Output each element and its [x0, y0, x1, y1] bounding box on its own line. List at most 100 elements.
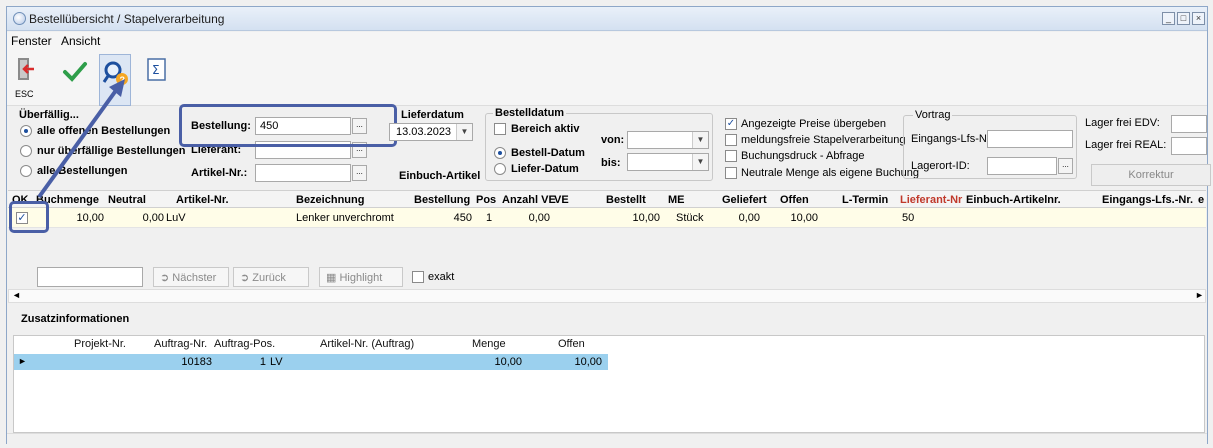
- col-l-termin[interactable]: L-Termin: [842, 194, 888, 206]
- lager-edv-field: [1171, 115, 1207, 133]
- col-eingangs-lfs[interactable]: Eingangs-Lfs.-Nr.: [1102, 194, 1193, 206]
- col-geliefert[interactable]: Geliefert: [722, 194, 767, 206]
- row-pointer-icon: ►: [18, 356, 27, 366]
- zcell-menge: 10,00: [494, 356, 522, 368]
- artikel-input[interactable]: [255, 164, 351, 182]
- lieferdatum-value: 13.03.2023: [396, 126, 452, 138]
- next-button[interactable]: ➲ Nächster: [153, 267, 229, 287]
- svg-text:Σ: Σ: [152, 63, 160, 77]
- menu-fenster[interactable]: Fenster: [11, 34, 52, 48]
- col-artikel[interactable]: Artikel-Nr.: [176, 194, 229, 206]
- minimize-button[interactable]: _: [1162, 12, 1175, 25]
- lager-edv-label: Lager frei EDV:: [1085, 117, 1160, 129]
- col-offen[interactable]: Offen: [780, 194, 809, 206]
- highlight-label: Highlight: [339, 272, 383, 284]
- app-icon: [13, 12, 26, 25]
- neutral-checkbox[interactable]: [725, 167, 737, 179]
- back-icon: ➲: [240, 272, 253, 284]
- col-e[interactable]: e: [1198, 194, 1204, 206]
- zcol-artikel[interactable]: Artikel-Nr. (Auftrag): [320, 338, 414, 350]
- von-dropdown[interactable]: ▼: [627, 131, 709, 149]
- col-lieferant-nr[interactable]: Lieferant-Nr: [900, 194, 962, 206]
- chevron-down-icon: ▼: [692, 132, 708, 148]
- zusatz-row[interactable]: ► 10183 1 LV 10,00 10,00: [14, 354, 608, 370]
- col-bezeichnung[interactable]: Bezeichnung: [296, 194, 364, 206]
- cell-artikel: LuV: [166, 212, 186, 224]
- zcol-auftrag-pos[interactable]: Auftrag-Pos.: [214, 338, 275, 350]
- lagerort-input[interactable]: [987, 157, 1057, 175]
- menu-ansicht[interactable]: Ansicht: [61, 34, 100, 48]
- scroll-left-icon[interactable]: ◄: [12, 290, 21, 300]
- zusatz-grid: Projekt-Nr. Auftrag-Nr. Auftrag-Pos. Art…: [13, 335, 1205, 433]
- lager-real-label: Lager frei REAL:: [1085, 139, 1167, 151]
- menu-bar: Fenster Ansicht: [7, 32, 1207, 50]
- meldungsfrei-label: meldungsfreie Stapelverarbeitung: [741, 134, 906, 146]
- zcol-projekt[interactable]: Projekt-Nr.: [74, 338, 126, 350]
- chevron-down-icon: ▼: [456, 124, 472, 140]
- col-pos[interactable]: Pos: [476, 194, 496, 206]
- bis-dropdown[interactable]: ▼: [627, 153, 709, 171]
- highlight-button[interactable]: ▦ Highlight: [319, 267, 403, 287]
- chevron-down-icon: ▼: [692, 154, 708, 170]
- scroll-right-icon[interactable]: ►: [1195, 290, 1204, 300]
- bis-label: bis:: [601, 157, 621, 169]
- vortrag-label: Vortrag: [913, 109, 953, 121]
- bereich-aktiv-label: Bereich aktiv: [511, 123, 580, 135]
- grid-search-input[interactable]: [37, 267, 143, 287]
- zcol-offen[interactable]: Offen: [558, 338, 585, 350]
- korrektur-button[interactable]: Korrektur: [1091, 164, 1211, 186]
- zcol-auftrag-nr[interactable]: Auftrag-Nr.: [154, 338, 207, 350]
- grid-horizontal-scrollbar[interactable]: ◄ ►: [8, 289, 1206, 303]
- cell-geliefert: 0,00: [738, 212, 760, 224]
- lagerort-lookup-button[interactable]: ...: [1058, 158, 1073, 174]
- sum-button[interactable]: Σ: [143, 54, 173, 102]
- meldungsfrei-checkbox[interactable]: [725, 134, 737, 146]
- druck-checkbox[interactable]: [725, 150, 737, 162]
- zcell-auftrag-nr: 10183: [181, 356, 212, 368]
- neutral-label: Neutrale Menge als eigene Buchung: [741, 167, 919, 179]
- next-label: Nächster: [172, 272, 217, 284]
- col-ve[interactable]: VE: [554, 194, 569, 206]
- close-button[interactable]: ×: [1192, 12, 1205, 25]
- cell-bestellt: 10,00: [632, 212, 660, 224]
- lieferdatum-picker[interactable]: 13.03.2023 ▼: [389, 123, 473, 141]
- zusatz-title: Zusatzinformationen: [21, 313, 130, 325]
- zcell-offen: 10,00: [574, 356, 602, 368]
- liefer-datum-label: Liefer-Datum: [511, 163, 579, 175]
- zcol-menge[interactable]: Menge: [472, 338, 506, 350]
- back-label: Zurück: [252, 272, 286, 284]
- col-einbuch-artikelnr[interactable]: Einbuch-Artikelnr.: [966, 194, 1061, 206]
- back-button[interactable]: ➲ Zurück: [233, 267, 309, 287]
- radio-liefer-datum[interactable]: [494, 163, 506, 175]
- sigma-icon: Σ: [147, 58, 166, 81]
- eingangs-lfs-input[interactable]: [987, 130, 1073, 148]
- col-bestellt[interactable]: Bestellt: [606, 194, 646, 206]
- radio-bestell-datum[interactable]: [494, 147, 506, 159]
- artikel-lookup-button[interactable]: ...: [352, 165, 367, 181]
- lager-real-field: [1171, 137, 1207, 155]
- table-row[interactable]: ✓ 10,00 0,00 LuV Lenker unverchromt 450 …: [8, 208, 1206, 228]
- lieferdatum-label: Lieferdatum: [401, 109, 464, 121]
- cell-anzahl-ve: 0,00: [528, 212, 550, 224]
- title-bar: Bestellübersicht / Stapelverarbeitung _ …: [7, 7, 1207, 31]
- von-label: von:: [601, 134, 625, 146]
- einbuch-artikel-label: Einbuch-Artikel: [399, 170, 481, 182]
- exakt-label: exakt: [428, 271, 455, 283]
- exakt-checkbox[interactable]: [412, 271, 424, 283]
- cell-buchmenge: 10,00: [76, 212, 104, 224]
- preise-checkbox[interactable]: ✓: [725, 118, 737, 130]
- zcell-artikel: LV: [270, 356, 283, 368]
- artikel-label: Artikel-Nr.:: [191, 167, 248, 179]
- col-bestellung[interactable]: Bestellung: [414, 194, 470, 206]
- toolbar: ESC ? Σ: [7, 50, 1207, 106]
- cell-offen: 10,00: [790, 212, 818, 224]
- zcell-auftrag-pos: 1: [259, 356, 266, 368]
- lagerort-label: Lagerort-ID:: [911, 160, 970, 172]
- cell-me: Stück: [676, 212, 704, 224]
- cell-bezeichnung: Lenker unverchromt: [296, 212, 394, 224]
- col-me[interactable]: ME: [668, 194, 685, 206]
- bereich-aktiv-checkbox[interactable]: [494, 123, 506, 135]
- maximize-button[interactable]: □: [1177, 12, 1190, 25]
- col-anzahl-ve[interactable]: Anzahl VE: [502, 194, 556, 206]
- druck-label: Buchungsdruck - Abfrage: [741, 150, 865, 162]
